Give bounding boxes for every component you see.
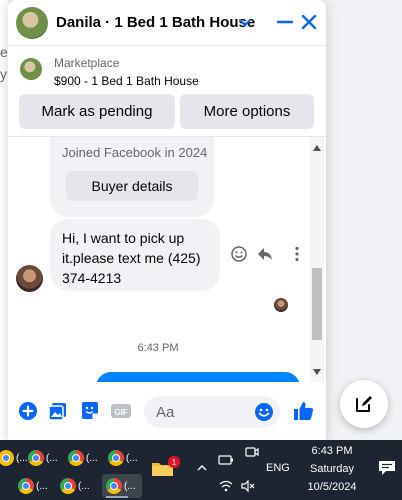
listing-info[interactable]: Marketplace $900 - 1 Bed 1 Bath House (8, 47, 326, 91)
mark-as-pending-button[interactable]: Mark as pending (19, 94, 175, 129)
chat-title[interactable]: Danila · 1 Bed 1 Bath House (56, 14, 255, 31)
image-icon[interactable] (47, 400, 69, 422)
chevron-up-icon[interactable] (196, 463, 208, 473)
minimize-icon[interactable] (274, 11, 296, 33)
profile-card: Joined Facebook in 2024 Buyer details (50, 137, 214, 217)
joined-text: Joined Facebook in 2024 (62, 145, 208, 160)
scrollbar[interactable] (310, 137, 324, 382)
avatar[interactable] (16, 7, 48, 39)
clock-time[interactable]: 6:43 PM (302, 445, 362, 457)
notification-badge: 1 (168, 456, 180, 468)
background-fragment: e (0, 44, 8, 60)
chat-window: Danila · 1 Bed 1 Bath House Marketplace … (8, 0, 326, 440)
compose-icon (356, 396, 372, 412)
avatar[interactable] (16, 265, 43, 292)
taskbar-app-label: (... (36, 480, 48, 492)
react-icon[interactable] (230, 245, 248, 263)
taskbar-app-label: (... (16, 452, 28, 464)
chrome-icon (68, 450, 84, 466)
language-indicator[interactable]: ENG (266, 462, 290, 474)
taskbar-app-label: (... (86, 452, 98, 464)
chrome-icon (28, 450, 44, 466)
svg-text:GIF: GIF (114, 408, 127, 417)
scrollbar-thumb[interactable] (312, 268, 322, 340)
listing-thumbnail (20, 58, 42, 80)
chrome-icon (106, 478, 122, 494)
active-indicator (106, 496, 128, 498)
notification-icon[interactable] (378, 460, 396, 476)
clock-date[interactable]: 10/5/2024 (302, 481, 362, 493)
chevron-down-icon[interactable] (237, 14, 253, 30)
scroll-down-arrow-icon[interactable] (313, 369, 321, 375)
sticker-icon[interactable] (79, 400, 101, 422)
outgoing-message-bubble (96, 372, 300, 382)
chrome-icon (60, 478, 76, 494)
emoji-icon[interactable] (254, 402, 274, 422)
taskbar-app-chrome[interactable]: (... (108, 446, 138, 470)
chat-header: Danila · 1 Bed 1 Bath House (8, 0, 326, 46)
listing-title: $900 - 1 Bed 1 Bath House (54, 74, 199, 88)
message-list: Joined Facebook in 2024 Buyer details Hi… (8, 136, 326, 382)
chrome-icon (0, 450, 14, 466)
new-message-button[interactable] (340, 380, 388, 428)
scroll-up-arrow-icon[interactable] (313, 145, 321, 151)
gif-icon[interactable]: GIF (110, 400, 132, 422)
battery-icon[interactable] (218, 452, 234, 468)
close-icon[interactable] (298, 11, 320, 33)
camera-icon[interactable] (244, 444, 260, 460)
message-composer: GIF (8, 384, 326, 440)
buyer-details-button[interactable]: Buyer details (66, 171, 198, 201)
taskbar-app-chrome[interactable]: (... (18, 474, 48, 498)
taskbar-app-label: (... (124, 480, 136, 492)
chrome-icon (18, 478, 34, 494)
thumbs-up-icon[interactable] (292, 399, 316, 423)
more-vertical-icon[interactable] (288, 245, 306, 263)
more-options-button[interactable]: More options (180, 94, 314, 129)
taskbar-app-chrome[interactable]: (... (28, 446, 58, 470)
volume-muted-icon[interactable] (240, 478, 256, 494)
taskbar-app-label: (... (126, 452, 138, 464)
taskbar-app-chrome[interactable]: (... (0, 446, 28, 470)
seen-indicator-avatar (274, 298, 288, 312)
message-bubble: Hi, I want to pick up it.please text me … (50, 219, 220, 291)
message-timestamp: 6:43 PM (137, 342, 179, 354)
wifi-icon[interactable] (218, 478, 234, 494)
background-fragment: y (0, 66, 7, 82)
reply-icon[interactable] (256, 245, 274, 263)
taskbar-app-label: (... (78, 480, 90, 492)
taskbar-app-label: (... (46, 452, 58, 464)
taskbar-app-chrome[interactable]: (... (60, 474, 90, 498)
plus-icon[interactable] (17, 400, 39, 422)
listing-label: Marketplace (54, 56, 120, 70)
chrome-icon (108, 450, 124, 466)
taskbar-app-chrome-active[interactable]: (... (102, 474, 142, 498)
clock-day[interactable]: Saturday (302, 463, 362, 475)
taskbar-app-chrome[interactable]: (... (68, 446, 98, 470)
